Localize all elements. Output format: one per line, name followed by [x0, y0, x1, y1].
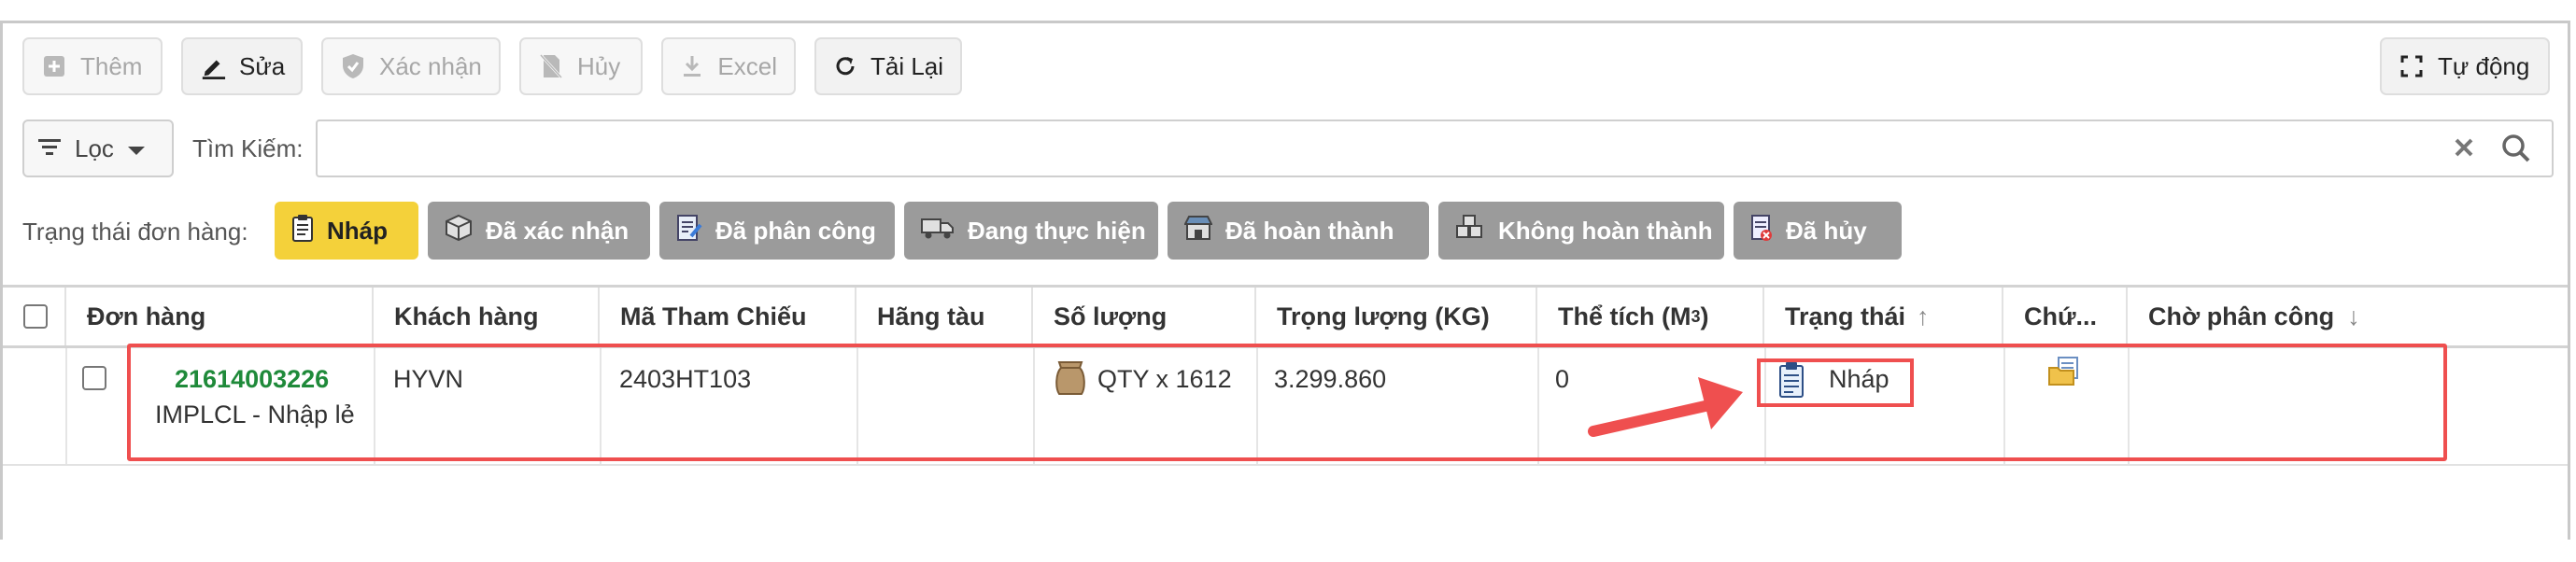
- plus-icon: [41, 53, 67, 79]
- confirm-button-label: Xác nhận: [379, 51, 482, 80]
- fullscreen-icon: [2399, 53, 2425, 79]
- search-icon[interactable]: [2501, 133, 2531, 168]
- status-chip-label: Đã hủy: [1786, 216, 1867, 245]
- table-header: Đơn hàng Khách hàng Mã Tham Chiếu Hãng t…: [3, 288, 2568, 345]
- reload-button[interactable]: Tải Lại: [814, 37, 962, 95]
- status-chip-label: Đã hoàn thành: [1225, 216, 1394, 245]
- clipboard-icon: [291, 214, 314, 248]
- search-label: Tìm Kiếm:: [192, 134, 304, 162]
- header-carrier[interactable]: Hãng tàu: [856, 288, 1033, 345]
- row-checkbox[interactable]: [82, 366, 106, 390]
- sort-down-icon: ↓: [2347, 302, 2360, 330]
- pencil-icon: [200, 53, 226, 79]
- box-icon: [445, 214, 473, 248]
- sort-up-icon: ↑: [1917, 302, 1930, 330]
- header-customer[interactable]: Khách hàng: [374, 288, 600, 345]
- store-icon: [1183, 215, 1213, 247]
- clear-icon[interactable]: [2453, 136, 2475, 163]
- arrow-annotation-icon: [1588, 372, 1747, 447]
- filter-dropdown[interactable]: Lọc: [22, 119, 174, 177]
- header-quantity[interactable]: Số lượng: [1033, 288, 1256, 345]
- cancel-button[interactable]: Hủy: [519, 37, 643, 95]
- search-input[interactable]: [316, 119, 2554, 177]
- status-chip-label: Đã xác nhận: [486, 216, 630, 245]
- excel-button[interactable]: Excel: [661, 37, 796, 95]
- document-pen-icon: [676, 214, 702, 248]
- column-divider: [65, 348, 67, 464]
- download-icon: [680, 53, 704, 79]
- header-docs[interactable]: Chứ...: [2003, 288, 2128, 345]
- header-volume-sup: 3: [1691, 306, 1701, 326]
- header-assign[interactable]: Chờ phân công ↓: [2128, 288, 2568, 345]
- reload-button-label: Tải Lại: [870, 51, 944, 80]
- header-weight[interactable]: Trọng lượng (KG): [1256, 288, 1537, 345]
- auto-button[interactable]: Tự động: [2380, 37, 2550, 95]
- status-chip-assigned[interactable]: Đã phân công: [659, 202, 895, 260]
- auto-button-label: Tự động: [2438, 51, 2530, 80]
- status-chip-in-progress[interactable]: Đang thực hiện: [904, 202, 1158, 260]
- chevron-down-icon: [127, 134, 146, 163]
- status-chip-label: Đang thực hiện: [968, 216, 1146, 245]
- header-volume-close: ): [1700, 302, 1709, 330]
- edit-button-label: Sửa: [239, 51, 286, 80]
- add-button[interactable]: Thêm: [22, 37, 163, 95]
- header-reference[interactable]: Mã Tham Chiếu: [600, 288, 856, 345]
- status-filter-label: Trạng thái đơn hàng:: [22, 218, 248, 246]
- refresh-icon: [833, 53, 857, 79]
- status-chip-draft[interactable]: Nháp: [275, 202, 418, 260]
- app-frame: [0, 21, 2570, 540]
- status-chip-label: Đã phân công: [715, 216, 876, 245]
- confirm-button[interactable]: Xác nhận: [321, 37, 501, 95]
- filter-label: Lọc: [75, 133, 114, 162]
- cancel-document-icon: [538, 53, 564, 79]
- row-highlight-box: [127, 344, 2447, 461]
- edit-button[interactable]: Sửa: [181, 37, 303, 95]
- status-highlight-box: [1757, 358, 1914, 407]
- select-all-checkbox[interactable]: [23, 304, 48, 329]
- header-volume[interactable]: Thể tích (M 3): [1537, 288, 1764, 345]
- status-chip-cancelled[interactable]: Đã hủy: [1734, 202, 1902, 260]
- excel-button-label: Excel: [717, 51, 777, 80]
- status-chip-label: Không hoàn thành: [1498, 216, 1713, 245]
- cancelled-document-icon: [1750, 214, 1773, 248]
- status-chip-confirmed[interactable]: Đã xác nhận: [428, 202, 650, 260]
- truck-icon: [921, 216, 955, 246]
- status-chip-incomplete[interactable]: Không hoàn thành: [1438, 202, 1724, 260]
- header-volume-label: Thể tích (M: [1558, 302, 1691, 330]
- boxes-icon: [1455, 214, 1485, 247]
- status-chip-label: Nháp: [327, 216, 388, 245]
- header-cell-select: [3, 288, 66, 345]
- shield-check-icon: [340, 53, 366, 79]
- status-chip-completed[interactable]: Đã hoàn thành: [1168, 202, 1429, 260]
- row-divider: [3, 464, 2568, 466]
- add-button-label: Thêm: [80, 51, 143, 80]
- header-status-label: Trạng thái: [1785, 302, 1906, 330]
- filter-icon: [37, 134, 62, 163]
- header-status[interactable]: Trạng thái ↑: [1764, 288, 2003, 345]
- header-assign-label: Chờ phân công: [2148, 302, 2335, 330]
- header-order[interactable]: Đơn hàng: [66, 288, 374, 345]
- cancel-button-label: Hủy: [577, 51, 621, 80]
